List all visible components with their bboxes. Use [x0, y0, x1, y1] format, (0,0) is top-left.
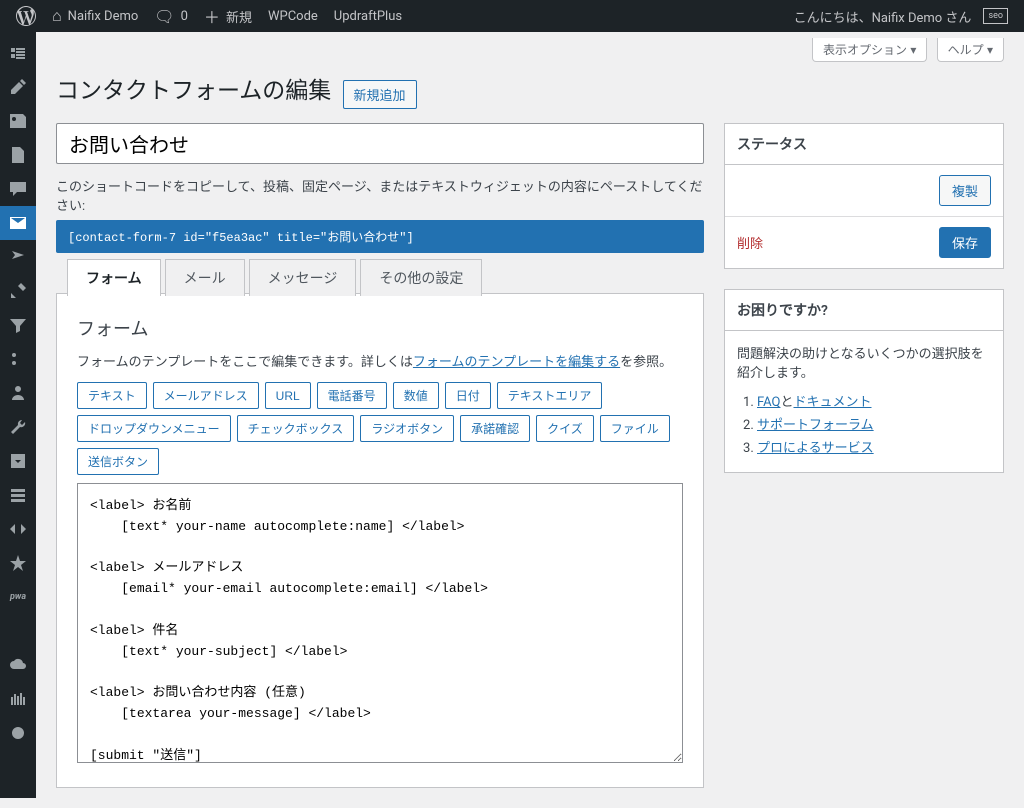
- pro-link[interactable]: プロによるサービス: [757, 441, 874, 456]
- tab-messages[interactable]: メッセージ: [249, 259, 357, 296]
- editor-tabs: フォーム メール メッセージ その他の設定: [67, 258, 703, 295]
- tag-button[interactable]: 数値: [393, 382, 439, 409]
- media-icon[interactable]: [0, 104, 36, 138]
- building-icon[interactable]: [0, 682, 36, 716]
- faq-link[interactable]: FAQ: [757, 395, 780, 410]
- tab-form[interactable]: フォーム: [67, 259, 161, 296]
- help-item-support: サポートフォーラム: [757, 414, 991, 433]
- editor-description: フォームのテンプレートをここで編集できます。詳しくはフォームのテンプレートを編集…: [77, 351, 683, 370]
- snow-icon[interactable]: [0, 614, 36, 648]
- greeting[interactable]: こんにちは、Naifix Demo さん seo: [786, 0, 1016, 32]
- help-box: お困りですか? 問題解決の助けとなるいくつかの選択肢を紹介します。 FAQとドキ…: [724, 289, 1004, 473]
- help-button[interactable]: ヘルプ ▾: [937, 38, 1004, 62]
- duplicate-button[interactable]: 複製: [939, 175, 991, 206]
- tag-button[interactable]: ファイル: [600, 415, 670, 442]
- add-new-button[interactable]: 新規追加: [343, 80, 417, 109]
- editor-section-title: フォーム: [77, 315, 683, 341]
- cut-icon[interactable]: [0, 342, 36, 376]
- desc-post: を参照。: [620, 355, 672, 370]
- help-title: お困りですか?: [725, 290, 1003, 331]
- dashboard-icon[interactable]: [0, 36, 36, 70]
- screen-options-button[interactable]: 表示オプション ▾: [812, 38, 927, 62]
- filter-icon[interactable]: [0, 308, 36, 342]
- toolbar-item[interactable]: WPCode: [260, 0, 326, 32]
- comments-icon[interactable]: [0, 172, 36, 206]
- tag-button[interactable]: メールアドレス: [153, 382, 259, 409]
- shortcode-box[interactable]: [contact-form-7 id="f5ea3ac" title="お問い合…: [56, 220, 704, 253]
- new-label: 新規: [226, 7, 252, 26]
- template-help-link[interactable]: フォームのテンプレートを編集する: [413, 355, 620, 370]
- admin-toolbar: ⌂ Naifix Demo 🗨 0 ＋ 新規 WPCodeUpdraftPlus…: [0, 0, 1024, 32]
- tag-button[interactable]: 送信ボタン: [77, 448, 159, 475]
- appearance-icon[interactable]: [0, 274, 36, 308]
- tab-other[interactable]: その他の設定: [360, 259, 482, 296]
- help-intro: 問題解決の助けとなるいくつかの選択肢を紹介します。: [737, 343, 991, 381]
- wp-logo-icon[interactable]: [8, 0, 44, 32]
- tag-button[interactable]: ラジオボタン: [360, 415, 454, 442]
- code-icon[interactable]: [0, 512, 36, 546]
- tag-button[interactable]: ドロップダウンメニュー: [77, 415, 231, 442]
- star-icon[interactable]: [0, 546, 36, 580]
- new-content[interactable]: ＋ 新規: [196, 0, 260, 32]
- tag-button[interactable]: チェックボックス: [237, 415, 355, 442]
- pwa-icon[interactable]: pwa: [0, 580, 36, 614]
- site-link[interactable]: ⌂ Naifix Demo: [44, 0, 146, 32]
- shortcode-hint: このショートコードをコピーして、投稿、固定ページ、またはテキストウィジェットの内…: [56, 176, 704, 214]
- tag-button[interactable]: テキストエリア: [497, 382, 603, 409]
- settings-import-icon[interactable]: [0, 444, 36, 478]
- pages-icon[interactable]: [0, 138, 36, 172]
- support-link[interactable]: サポートフォーラム: [757, 418, 874, 433]
- docs-link[interactable]: ドキュメント: [793, 395, 871, 410]
- tab-mail[interactable]: メール: [165, 259, 245, 296]
- site-name: Naifix Demo: [68, 9, 139, 24]
- tag-button[interactable]: 承諾確認: [460, 415, 530, 442]
- settings-list-icon[interactable]: [0, 478, 36, 512]
- home-icon: ⌂: [52, 6, 62, 26]
- delete-link[interactable]: 削除: [737, 233, 763, 252]
- comment-icon: 🗨: [154, 7, 174, 26]
- comments-link[interactable]: 🗨 0: [146, 0, 196, 32]
- toolbar-item[interactable]: UpdraftPlus: [326, 0, 410, 32]
- tag-button[interactable]: 電話番号: [317, 382, 387, 409]
- save-button[interactable]: 保存: [939, 227, 991, 258]
- help-item-pro: プロによるサービス: [757, 437, 991, 456]
- page-title: コンタクトフォームの編集: [56, 62, 331, 109]
- admin-sidebar: pwa: [0, 32, 36, 798]
- status-title: ステータス: [725, 124, 1003, 165]
- refresh-icon[interactable]: [0, 716, 36, 750]
- desc-pre: フォームのテンプレートをここで編集できます。詳しくは: [77, 355, 413, 370]
- form-title-input[interactable]: [56, 123, 704, 164]
- greeting-text: こんにちは、Naifix Demo さん: [794, 7, 972, 26]
- form-template-textarea[interactable]: [77, 483, 683, 763]
- status-box: ステータス 複製 削除 保存: [724, 123, 1004, 269]
- contact-icon[interactable]: [0, 206, 36, 240]
- avatar-badge: seo: [983, 8, 1008, 24]
- posts-icon[interactable]: [0, 70, 36, 104]
- users-icon[interactable]: [0, 376, 36, 410]
- tag-button[interactable]: 日付: [445, 382, 491, 409]
- tag-button[interactable]: URL: [265, 382, 311, 409]
- tag-button[interactable]: テキスト: [77, 382, 147, 409]
- generic-1-icon[interactable]: [0, 240, 36, 274]
- tag-generators: テキストメールアドレスURL電話番号数値日付テキストエリアドロップダウンメニュー…: [77, 382, 683, 475]
- tools-icon[interactable]: [0, 410, 36, 444]
- help-item-faq: FAQとドキュメント: [757, 391, 991, 410]
- comment-count: 0: [181, 9, 188, 24]
- plus-icon: ＋: [204, 4, 220, 28]
- cloud-icon[interactable]: [0, 648, 36, 682]
- tag-button[interactable]: クイズ: [536, 415, 594, 442]
